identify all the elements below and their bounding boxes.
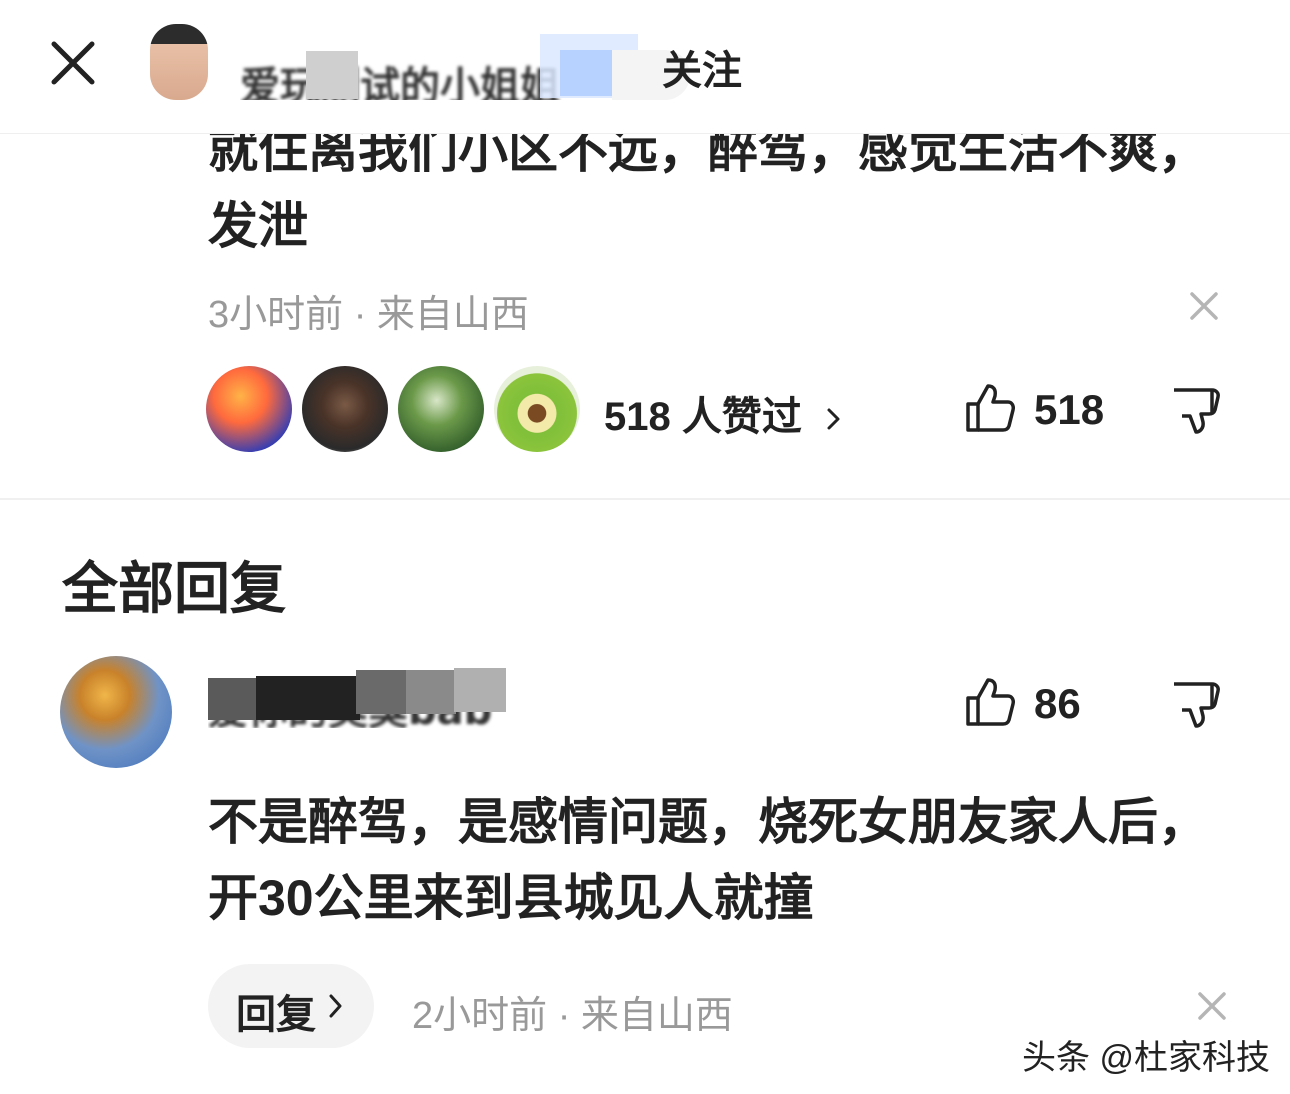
reply-location: 来自山西 <box>580 995 733 1037</box>
thumbs-up-icon <box>966 678 1015 726</box>
dismiss-comment-button[interactable] <box>1186 288 1222 324</box>
dislike-button[interactable] <box>1170 382 1224 438</box>
redaction-block <box>454 668 506 712</box>
top-bar: 爱玩测试的小姐姐 关注 <box>0 0 1290 134</box>
thumbs-down-icon <box>1174 388 1220 434</box>
chevron-right-icon <box>827 408 840 430</box>
comment-meta: 3小时前 · 来自山西 <box>208 283 529 338</box>
follow-button[interactable]: 关注 <box>662 38 742 96</box>
section-divider <box>0 498 1290 500</box>
x-icon <box>1190 292 1218 320</box>
reply-button-label: 回复 <box>236 993 316 1037</box>
watermark: 头条 @杜家科技 <box>1022 1039 1270 1077</box>
redaction-block <box>560 50 612 96</box>
liker-avatar[interactable] <box>206 366 292 452</box>
dismiss-reply-button[interactable] <box>1194 988 1230 1024</box>
meta-separator: · <box>353 294 377 336</box>
meta-separator: · <box>557 995 581 1037</box>
redaction-block <box>356 670 408 714</box>
reply-time: 2小时前 <box>412 995 548 1037</box>
redaction-block <box>208 678 258 720</box>
replies-heading: 全部回复 <box>62 557 286 620</box>
close-icon <box>51 41 95 85</box>
reply-username[interactable]: 爱你的臭臭bab <box>208 668 538 728</box>
author-name-text: 爱玩测试的小姐姐 <box>240 64 560 100</box>
liker-avatars[interactable] <box>206 366 590 452</box>
reply-like-count: 86 <box>1034 680 1081 727</box>
redaction-block <box>306 51 358 99</box>
reply-body: 不是醉驾，是感情问题，烧死女朋友家人后，开30公里来到县城见人就撞 <box>208 794 1208 926</box>
comment-detail-page: 爱玩测试的小姐姐 关注 就住离我们小区不远，醉驾，感觉生活不爽，发泄 3小时前 … <box>0 0 1290 1094</box>
close-button[interactable] <box>46 36 100 90</box>
comment-location: 来自山西 <box>376 294 529 336</box>
redaction-block <box>256 676 360 720</box>
comment-body: 就住离我们小区不远，醉驾，感觉生活不爽，发泄 <box>208 122 1208 254</box>
author-name[interactable]: 爱玩测试的小姐姐 <box>240 34 710 100</box>
like-count: 518 <box>1034 386 1105 433</box>
reply-meta: 2小时前 · 来自山西 <box>412 984 733 1039</box>
liker-avatar[interactable] <box>302 366 388 452</box>
liker-avatar[interactable] <box>398 366 484 452</box>
reply-button[interactable]: 回复 <box>208 964 374 1048</box>
liker-avatar[interactable] <box>494 366 580 452</box>
author-avatar[interactable] <box>150 24 208 100</box>
liked-by-link[interactable]: 518 人赞过 <box>604 384 845 442</box>
x-icon <box>1198 992 1226 1020</box>
like-button[interactable] <box>964 380 1018 436</box>
reply-dislike-button[interactable] <box>1170 676 1224 732</box>
reply-like-button[interactable] <box>964 674 1018 730</box>
thumbs-down-icon <box>1174 682 1220 728</box>
redaction-block <box>406 670 456 714</box>
comment-time: 3小时前 <box>208 294 344 336</box>
reply-avatar[interactable] <box>60 656 172 768</box>
liked-by-text: 518 人赞过 <box>604 395 802 439</box>
thumbs-up-icon <box>966 384 1015 432</box>
chevron-right-icon <box>329 994 342 1018</box>
